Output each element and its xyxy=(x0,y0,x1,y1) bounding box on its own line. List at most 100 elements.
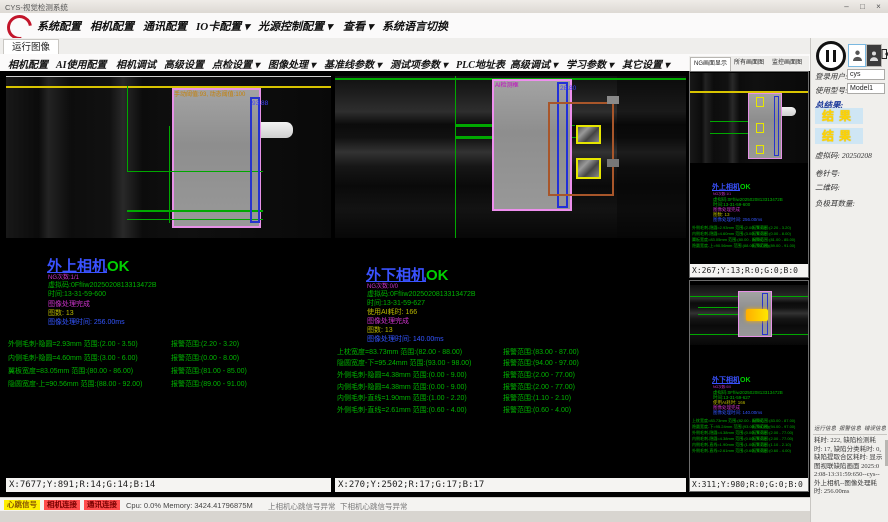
measure-row: 外侧毛刺-隐圆=2.93mm 范围:(2.00 - 3.50) xyxy=(8,341,138,348)
login-user-value[interactable]: cys xyxy=(847,69,885,80)
alarm-range: 报警范围:(0.60 - 4.00) xyxy=(752,449,791,453)
green-measure-line xyxy=(698,307,738,308)
pin-number-label: 卷针号: xyxy=(815,168,840,179)
menu-item-language[interactable]: 系统语言切换 xyxy=(382,18,448,34)
camera-ok-status: OK xyxy=(107,258,130,275)
menu-item-view[interactable]: 查看 ▾ xyxy=(343,18,373,34)
login-user-button[interactable] xyxy=(848,44,866,67)
green-measure-line xyxy=(127,171,263,172)
status-bar: 心跳信号 相机连接 通讯连接 Cpu: 0.0% Memory: 3424.41… xyxy=(0,497,810,512)
tab-alarm-info[interactable]: 报警信息 xyxy=(839,424,861,432)
alarm-range: 报警范围:(81.00 - 85.00) xyxy=(752,238,795,242)
toolbar-item-advanced-setting[interactable]: 高级设置 xyxy=(164,56,204,71)
toolbar-item-ai-config[interactable]: AI使用配置 xyxy=(56,56,107,71)
toolbar-item-camera-config[interactable]: 相机配置 xyxy=(8,56,48,71)
alarm-range: 报警范围:(0.60 - 4.00) xyxy=(503,407,571,414)
main-area: 手动阈值:93, 动态阈值:100 93.88 外上相机OK NG次数:1/1 … xyxy=(0,71,810,497)
measure-row: 外侧毛刺-直线=2.61mm 范围:(0.60 - 4.00) xyxy=(337,407,467,414)
camera-panel-outer-upper: 手动阈值:93, 动态阈值:100 93.88 外上相机OK NG次数:1/1 … xyxy=(6,71,331,492)
measure-row: 翼板宽度=83.05mm 范围:(80.00 - 86.00) xyxy=(8,368,133,375)
alarm-range: 报警范围:(2.00 - 77.00) xyxy=(752,437,793,441)
camera-ok-status: OK xyxy=(740,184,751,191)
menu-item-light[interactable]: 光源控制配置 ▾ xyxy=(258,18,332,34)
alarm-range: 报警范围:(89.00 - 91.00) xyxy=(171,381,247,388)
menu-item-system[interactable]: 系统配置 xyxy=(37,18,81,34)
weld-box xyxy=(576,158,601,179)
process-time-line: 图像处理时间: 140.00ms xyxy=(713,410,762,415)
close-button[interactable]: × xyxy=(871,1,886,12)
pause-button[interactable] xyxy=(816,41,846,71)
menu-item-io[interactable]: IO卡配置 ▾ xyxy=(196,18,250,34)
weld-box xyxy=(576,125,601,144)
title-bar: CYS-视觉检测系统 – □ × xyxy=(0,0,888,14)
qr-code-label: 二维码: xyxy=(815,182,840,193)
toolbar-item-camera-debug[interactable]: 相机调试 xyxy=(116,56,156,71)
alarm-range: 报警范围:(83.00 - 87.00) xyxy=(503,349,579,356)
login-user-label: 登录用户: xyxy=(815,71,848,82)
user-icon xyxy=(852,49,863,62)
process-time-line: 图像处理时间: 256.00ms xyxy=(48,319,125,327)
tab-run-image[interactable]: 运行图像 xyxy=(3,39,59,55)
bottom-filler xyxy=(0,511,810,522)
toolbar-item-plc-address[interactable]: PLC地址表 xyxy=(456,56,505,71)
maximize-button[interactable]: □ xyxy=(855,1,870,12)
alarm-range: 报警范围:(0.00 - 8.00) xyxy=(752,232,791,236)
alarm-range: 报警范围:(2.20 - 3.20) xyxy=(171,341,239,348)
process-time-line: 图像处理时间: 256.00ms xyxy=(713,217,762,222)
camera-image-outer-upper[interactable]: 手动阈值:93, 动态阈值:100 93.88 xyxy=(6,76,331,238)
tab-error-info[interactable]: 错误信息 xyxy=(864,424,886,432)
switch-user-button[interactable] xyxy=(866,44,882,67)
camera-name: 外下相机 xyxy=(366,267,426,284)
blue-measure-value: 93.88 xyxy=(252,100,268,107)
log-tab-row: 运行信息 报警信息 错误信息 xyxy=(813,424,887,435)
menu-item-comm[interactable]: 通讯配置 xyxy=(143,18,187,34)
measure-row: 内侧毛刺-直线=1.90mm 范围:(1.00 - 2.20) xyxy=(337,395,467,402)
tab-all-images[interactable]: 所有画面图 xyxy=(731,57,767,70)
alarm-range: 报警范围:(1.10 - 2.10) xyxy=(752,443,791,447)
part-region-box xyxy=(172,88,261,228)
app-window: CYS-视觉检测系统 – □ × 系统配置 相机配置 通讯配置 IO卡配置 ▾ … xyxy=(0,0,888,522)
thumbnail-image-lower[interactable] xyxy=(690,285,808,345)
toolbar-item-spot-check[interactable]: 点检设置 ▾ xyxy=(212,56,260,71)
coordinate-readout: X:311;Y:980;R:0;G:0;B:0 xyxy=(690,478,808,491)
coordinate-readout: X:270;Y:2502;R:17;G:17;B:17 xyxy=(335,478,686,492)
tab-run-info[interactable]: 运行信息 xyxy=(814,424,836,432)
measure-row: 隐圆宽度-下=95.24mm 范围:(93.00 - 98.00) xyxy=(337,360,471,367)
green-measure-line xyxy=(127,210,263,212)
toolbar-item-advanced-debug[interactable]: 高级调试 ▾ xyxy=(510,56,558,71)
tab-count-label: 负极耳数量: xyxy=(815,198,855,209)
exit-button[interactable] xyxy=(881,42,888,66)
alarm-range: 报警范围:(89.00 - 91.00) xyxy=(752,244,795,248)
comm-status-badge: 通讯连接 xyxy=(84,500,120,510)
camera-result-title: 外上相机OK xyxy=(47,259,130,274)
toolbar-item-other-settings[interactable]: 其它设置 ▾ xyxy=(622,56,670,71)
alarm-range: 报警范围:(2.00 - 77.00) xyxy=(752,431,793,435)
result-box-lower: 结果 xyxy=(815,128,863,144)
time-line: 时间:13-31-59-627 xyxy=(367,300,425,308)
ng-count-label: NG次数:0/0 xyxy=(367,283,398,291)
green-measure-line xyxy=(698,314,738,315)
toolbar-item-test-params[interactable]: 测试项参数 ▾ xyxy=(390,56,448,71)
alarm-range: 报警范围:(0.00 - 8.00) xyxy=(171,355,239,362)
tab-ng-display[interactable]: NG画面显示 xyxy=(690,57,731,71)
thumbnail-image-upper[interactable] xyxy=(690,73,808,163)
white-line xyxy=(6,76,331,77)
view-tab-row: 运行图像 xyxy=(0,38,810,55)
yellow-roi-box xyxy=(756,123,764,133)
tab-monitor-images[interactable]: 监控画面图 xyxy=(769,57,805,70)
menu-item-camera[interactable]: 相机配置 xyxy=(90,18,134,34)
camera-image-outer-lower[interactable]: AI检测框 28.80 xyxy=(335,76,686,238)
model-value[interactable]: Model1 xyxy=(847,83,885,94)
ng-display-tabs: NG画面显示 所有画面图 监控画面图 xyxy=(689,56,809,72)
electrode-tab xyxy=(261,122,293,138)
toolbar-item-image-processing[interactable]: 图像处理 ▾ xyxy=(268,56,316,71)
heartbeat-badge: 心跳信号 xyxy=(4,500,40,510)
minimize-button[interactable]: – xyxy=(839,1,854,12)
time-line: 时间:13-31-59-600 xyxy=(48,291,106,299)
yellow-roi-box xyxy=(756,145,764,154)
orange-roi-box xyxy=(548,102,614,196)
ai-time-line: 使用AI耗时: 166 xyxy=(367,309,417,317)
toolbar-item-learning-params[interactable]: 学习参数 ▾ xyxy=(566,56,614,71)
barcode-line: 虚拟码:0FfIiw2025020813313472B xyxy=(48,282,157,290)
toolbar-item-baseline-params[interactable]: 基准线参数 ▾ xyxy=(324,56,382,71)
